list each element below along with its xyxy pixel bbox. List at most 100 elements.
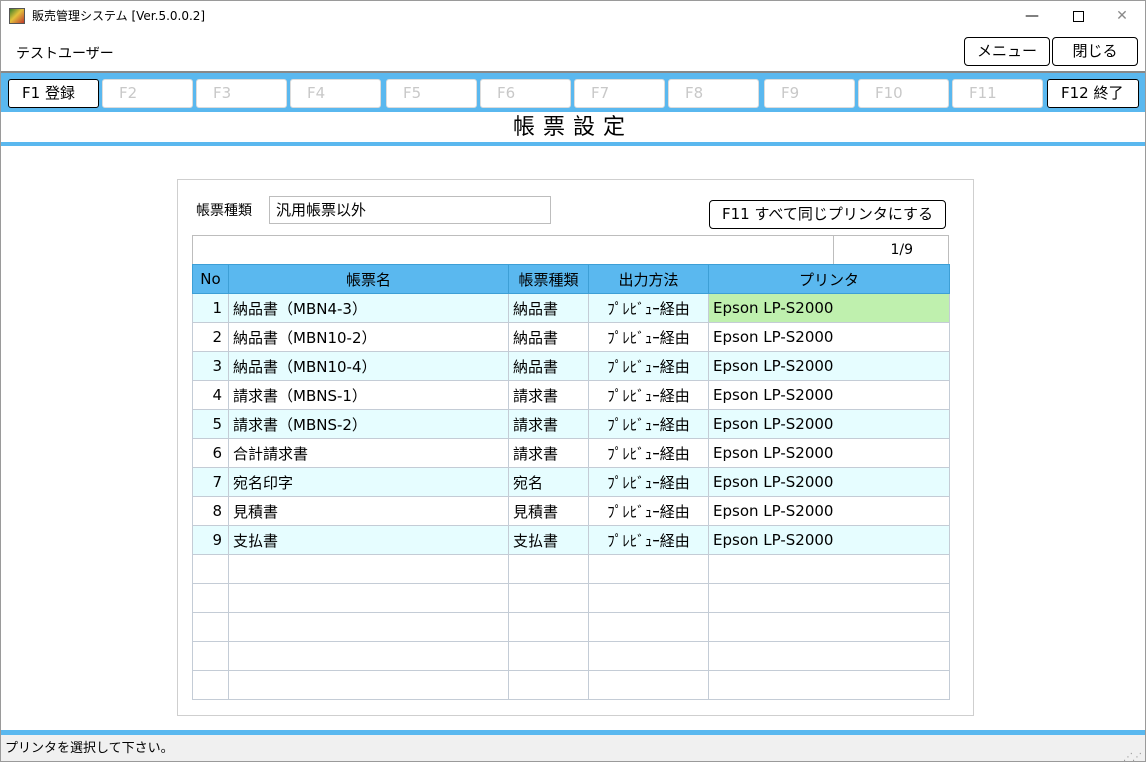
cell-no[interactable]: 8 bbox=[192, 496, 229, 526]
empty-cell bbox=[192, 670, 229, 700]
cell-output-method[interactable]: ﾌﾟﾚﾋﾞｭｰ経由 bbox=[588, 380, 709, 410]
cell-printer[interactable]: Epson LP-S2000 bbox=[708, 496, 950, 526]
empty-cell bbox=[708, 612, 950, 642]
close-icon[interactable]: ✕ bbox=[1099, 1, 1145, 31]
cell-printer[interactable]: Epson LP-S2000 bbox=[708, 351, 950, 381]
cell-no[interactable]: 5 bbox=[192, 409, 229, 439]
cell-report-type[interactable]: 請求書 bbox=[508, 409, 589, 439]
fkey-f4-button[interactable]: F4 bbox=[290, 79, 381, 108]
empty-cell bbox=[508, 583, 589, 613]
fkey-f6-button[interactable]: F6 bbox=[480, 79, 571, 108]
fkey-f9-button[interactable]: F9 bbox=[764, 79, 855, 108]
close-button[interactable]: 閉じる bbox=[1052, 37, 1138, 66]
minimize-icon[interactable]: — bbox=[1009, 1, 1055, 31]
cell-output-method[interactable]: ﾌﾟﾚﾋﾞｭｰ経由 bbox=[588, 438, 709, 468]
fkey-f5-button[interactable]: F5 bbox=[386, 79, 477, 108]
resize-grip-icon[interactable]: ⋰⋰ bbox=[1123, 744, 1142, 771]
cell-printer[interactable]: Epson LP-S2000 bbox=[708, 525, 950, 555]
cell-no[interactable]: 6 bbox=[192, 438, 229, 468]
fkey-f3-button[interactable]: F3 bbox=[196, 79, 287, 108]
empty-cell bbox=[192, 641, 229, 671]
cell-no[interactable]: 9 bbox=[192, 525, 229, 555]
cell-no[interactable]: 1 bbox=[192, 293, 229, 323]
column-header-report-name[interactable]: 帳票名 bbox=[228, 264, 509, 294]
column-header-output-method[interactable]: 出力方法 bbox=[588, 264, 709, 294]
cell-no[interactable]: 2 bbox=[192, 322, 229, 352]
empty-cell bbox=[508, 641, 589, 671]
same-printer-button[interactable]: F11 すべて同じプリンタにする bbox=[709, 200, 946, 229]
table-row[interactable]: 1 納品書（MBN4-3） 納品書 ﾌﾟﾚﾋﾞｭｰ経由 Epson LP-S2000 bbox=[192, 293, 950, 323]
cell-report-name[interactable]: 見積書 bbox=[228, 496, 509, 526]
cell-report-name[interactable]: 宛名印字 bbox=[228, 467, 509, 497]
status-message: プリンタを選択して下さい。 bbox=[5, 741, 174, 756]
table-row[interactable]: 7 宛名印字 宛名 ﾌﾟﾚﾋﾞｭｰ経由 Epson LP-S2000 bbox=[192, 467, 950, 497]
title-bar[interactable]: 販売管理システム [Ver.5.0.0.2] — ✕ bbox=[1, 1, 1145, 31]
cell-report-type[interactable]: 納品書 bbox=[508, 351, 589, 381]
cell-no[interactable]: 7 bbox=[192, 467, 229, 497]
cell-report-type[interactable]: 請求書 bbox=[508, 380, 589, 410]
table-row[interactable]: 5 請求書（MBNS-2） 請求書 ﾌﾟﾚﾋﾞｭｰ経由 Epson LP-S2000 bbox=[192, 409, 950, 439]
table-row[interactable]: 9 支払書 支払書 ﾌﾟﾚﾋﾞｭｰ経由 Epson LP-S2000 bbox=[192, 525, 950, 555]
table-row[interactable]: 2 納品書（MBN10-2） 納品書 ﾌﾟﾚﾋﾞｭｰ経由 Epson LP-S2000 bbox=[192, 322, 950, 352]
cell-report-name[interactable]: 支払書 bbox=[228, 525, 509, 555]
report-type-label: 帳票種類 bbox=[196, 203, 252, 219]
empty-cell bbox=[192, 612, 229, 642]
empty-cell bbox=[588, 612, 709, 642]
column-header-no[interactable]: No bbox=[192, 264, 229, 294]
fkey-f10-button[interactable]: F10 bbox=[858, 79, 949, 108]
cell-output-method[interactable]: ﾌﾟﾚﾋﾞｭｰ経由 bbox=[588, 293, 709, 323]
cell-printer[interactable]: Epson LP-S2000 bbox=[708, 409, 950, 439]
maximize-icon[interactable] bbox=[1055, 1, 1101, 31]
cell-output-method[interactable]: ﾌﾟﾚﾋﾞｭｰ経由 bbox=[588, 496, 709, 526]
cell-printer[interactable]: Epson LP-S2000 bbox=[708, 467, 950, 497]
cell-report-type[interactable]: 納品書 bbox=[508, 293, 589, 323]
cell-report-name[interactable]: 請求書（MBNS-1） bbox=[228, 380, 509, 410]
cell-output-method[interactable]: ﾌﾟﾚﾋﾞｭｰ経由 bbox=[588, 351, 709, 381]
column-header-report-type[interactable]: 帳票種類 bbox=[508, 264, 589, 294]
empty-table-row bbox=[192, 670, 950, 700]
empty-table-row bbox=[192, 554, 950, 584]
fkey-f2-button[interactable]: F2 bbox=[102, 79, 193, 108]
empty-cell bbox=[588, 554, 709, 584]
menu-button[interactable]: メニュー bbox=[964, 37, 1050, 66]
empty-cell bbox=[192, 583, 229, 613]
table-row[interactable]: 6 合計請求書 請求書 ﾌﾟﾚﾋﾞｭｰ経由 Epson LP-S2000 bbox=[192, 438, 950, 468]
table-row[interactable]: 8 見積書 見積書 ﾌﾟﾚﾋﾞｭｰ経由 Epson LP-S2000 bbox=[192, 496, 950, 526]
empty-cell bbox=[228, 583, 509, 613]
cell-report-name[interactable]: 合計請求書 bbox=[228, 438, 509, 468]
column-header-printer[interactable]: プリンタ bbox=[708, 264, 950, 294]
cell-report-name[interactable]: 納品書（MBN10-4） bbox=[228, 351, 509, 381]
fkey-f1-register-button[interactable]: F1 登録 bbox=[8, 79, 99, 108]
cell-report-name[interactable]: 請求書（MBNS-2） bbox=[228, 409, 509, 439]
fkey-f7-button[interactable]: F7 bbox=[574, 79, 665, 108]
empty-cell bbox=[708, 670, 950, 700]
cell-report-type[interactable]: 見積書 bbox=[508, 496, 589, 526]
empty-table-row bbox=[192, 583, 950, 613]
table-row[interactable]: 3 納品書（MBN10-4） 納品書 ﾌﾟﾚﾋﾞｭｰ経由 Epson LP-S2000 bbox=[192, 351, 950, 381]
cell-printer[interactable]: Epson LP-S2000 bbox=[708, 322, 950, 352]
cell-report-name[interactable]: 納品書（MBN4-3） bbox=[228, 293, 509, 323]
cell-report-type[interactable]: 支払書 bbox=[508, 525, 589, 555]
table-row[interactable]: 4 請求書（MBNS-1） 請求書 ﾌﾟﾚﾋﾞｭｰ経由 Epson LP-S2000 bbox=[192, 380, 950, 410]
cell-no[interactable]: 3 bbox=[192, 351, 229, 381]
cell-output-method[interactable]: ﾌﾟﾚﾋﾞｭｰ経由 bbox=[588, 467, 709, 497]
fkey-f12-exit-button[interactable]: F12 終了 bbox=[1047, 79, 1139, 108]
cell-printer[interactable]: Epson LP-S2000 bbox=[708, 438, 950, 468]
table-header-row: No 帳票名 帳票種類 出力方法 プリンタ bbox=[192, 264, 950, 294]
page-title: 帳票設定 bbox=[512, 115, 633, 140]
fkey-f11-button[interactable]: F11 bbox=[952, 79, 1043, 108]
cell-report-name[interactable]: 納品書（MBN10-2） bbox=[228, 322, 509, 352]
fkey-f8-button[interactable]: F8 bbox=[668, 79, 759, 108]
cell-report-type[interactable]: 宛名 bbox=[508, 467, 589, 497]
empty-cell bbox=[508, 554, 589, 584]
cell-printer[interactable]: Epson LP-S2000 bbox=[708, 380, 950, 410]
cell-output-method[interactable]: ﾌﾟﾚﾋﾞｭｰ経由 bbox=[588, 525, 709, 555]
report-type-field[interactable]: 汎用帳票以外 bbox=[269, 196, 551, 224]
cell-output-method[interactable]: ﾌﾟﾚﾋﾞｭｰ経由 bbox=[588, 322, 709, 352]
cell-report-type[interactable]: 請求書 bbox=[508, 438, 589, 468]
cell-report-type[interactable]: 納品書 bbox=[508, 322, 589, 352]
cell-output-method[interactable]: ﾌﾟﾚﾋﾞｭｰ経由 bbox=[588, 409, 709, 439]
cell-printer[interactable]: Epson LP-S2000 bbox=[708, 293, 950, 323]
cell-no[interactable]: 4 bbox=[192, 380, 229, 410]
empty-cell bbox=[708, 641, 950, 671]
